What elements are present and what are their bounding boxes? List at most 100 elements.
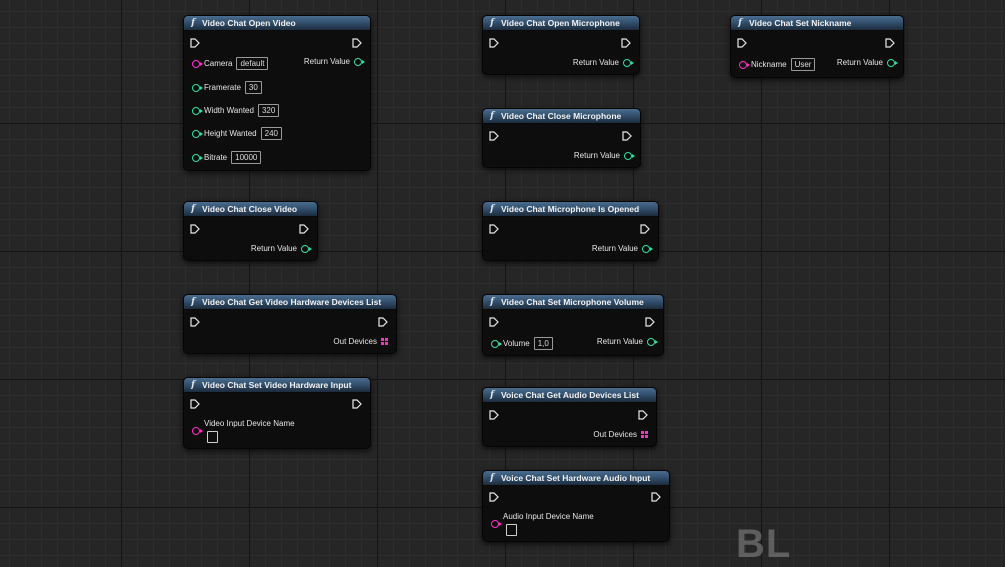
int-pin-icon[interactable]	[192, 83, 203, 92]
pin-label: Return Value	[591, 244, 638, 253]
bool-pin-icon[interactable]	[301, 244, 312, 253]
return-value-pin[interactable]: Return Value	[251, 244, 312, 253]
array-pin-icon[interactable]	[381, 338, 388, 345]
exec-in-pin-icon[interactable]	[190, 399, 200, 409]
exec-out-pin-icon[interactable]	[885, 38, 895, 48]
bitrate-pin[interactable]: Bitrate 10000	[192, 151, 262, 164]
framerate-pin[interactable]: Framerate 30	[192, 81, 262, 94]
height-value-input[interactable]: 240	[260, 127, 282, 140]
function-icon: f	[191, 204, 195, 214]
nickname-pin[interactable]: Nickname User	[739, 58, 816, 71]
exec-in-pin-icon[interactable]	[489, 492, 499, 502]
out-devices-pin[interactable]: Out Devices	[333, 337, 388, 346]
node-header[interactable]: f Video Chat Set Nickname	[731, 16, 903, 31]
pin-label: Return Value	[573, 151, 620, 160]
exec-in-pin-icon[interactable]	[489, 38, 499, 48]
node-set-microphone-volume[interactable]: f Video Chat Set Microphone Volume Volum…	[482, 294, 664, 356]
width-wanted-pin[interactable]: Width Wanted 320	[192, 104, 280, 117]
node-header[interactable]: f Voice Chat Set Hardware Audio Input	[483, 471, 669, 486]
camera-value-input[interactable]: default	[236, 57, 269, 70]
node-header[interactable]: f Voice Chat Get Audio Devices List	[483, 388, 656, 403]
exec-in-pin-icon[interactable]	[737, 38, 747, 48]
out-devices-pin[interactable]: Out Devices	[593, 430, 648, 439]
node-set-nickname[interactable]: f Video Chat Set Nickname Nickname User …	[730, 15, 904, 78]
function-icon: f	[490, 111, 494, 121]
bool-pin-icon[interactable]	[642, 244, 653, 253]
exec-in-pin-icon[interactable]	[190, 317, 200, 327]
node-header[interactable]: f Video Chat Set Video Hardware Input	[184, 378, 370, 393]
node-close-video[interactable]: f Video Chat Close Video Return Value	[183, 201, 318, 261]
node-get-video-devices[interactable]: f Video Chat Get Video Hardware Devices …	[183, 294, 397, 354]
exec-in-pin-icon[interactable]	[190, 38, 200, 48]
exec-out-pin-icon[interactable]	[378, 317, 388, 327]
video-input-device-pin[interactable]	[192, 427, 204, 435]
bool-pin-icon[interactable]	[623, 58, 634, 67]
exec-in-pin-icon[interactable]	[489, 224, 499, 234]
exec-out-pin-icon[interactable]	[640, 224, 650, 234]
camera-pin[interactable]: Camera default	[192, 57, 269, 70]
return-value-pin[interactable]: Return Value	[573, 151, 635, 160]
video-input-device-label: Video Input Device Name	[204, 419, 295, 428]
bool-pin-icon[interactable]	[647, 337, 658, 346]
int-pin-icon[interactable]	[192, 129, 203, 138]
exec-out-pin-icon[interactable]	[621, 38, 631, 48]
volume-pin[interactable]: Volume 1,0	[491, 337, 553, 350]
bitrate-value-input[interactable]: 10000	[231, 151, 262, 164]
return-value-pin[interactable]: Return Value	[591, 244, 653, 253]
video-input-device-field[interactable]	[207, 430, 218, 448]
exec-out-pin-icon[interactable]	[299, 224, 309, 234]
exec-out-pin-icon[interactable]	[638, 410, 648, 420]
return-value-pin[interactable]: Return Value	[573, 58, 634, 67]
text-input-box[interactable]	[506, 524, 517, 536]
exec-out-pin-icon[interactable]	[352, 399, 362, 409]
height-wanted-pin[interactable]: Height Wanted 240	[192, 127, 282, 140]
framerate-value-input[interactable]: 30	[244, 81, 262, 94]
array-pin-icon[interactable]	[641, 431, 648, 438]
node-header[interactable]: f Video Chat Get Video Hardware Devices …	[184, 295, 396, 310]
exec-out-pin-icon[interactable]	[352, 38, 362, 48]
exec-in-pin-icon[interactable]	[489, 317, 499, 327]
node-header[interactable]: f Video Chat Open Microphone	[483, 16, 639, 31]
exec-in-pin-icon[interactable]	[190, 224, 200, 234]
int-pin-icon[interactable]	[192, 106, 203, 115]
exec-out-pin-icon[interactable]	[622, 131, 632, 141]
node-close-microphone[interactable]: f Video Chat Close Microphone Return Val…	[482, 108, 641, 168]
function-icon: f	[490, 390, 494, 400]
bool-pin-icon[interactable]	[887, 58, 898, 67]
return-value-pin[interactable]: Return Value	[597, 337, 658, 346]
node-header[interactable]: f Video Chat Set Microphone Volume	[483, 295, 663, 310]
audio-input-device-field[interactable]	[506, 523, 517, 541]
node-header[interactable]: f Video Chat Close Video	[184, 202, 317, 217]
pin-label: Width Wanted	[204, 106, 254, 115]
float-pin-icon[interactable]	[491, 339, 502, 348]
audio-input-device-pin[interactable]	[491, 520, 503, 528]
node-microphone-is-opened[interactable]: f Video Chat Microphone Is Opened Return…	[482, 201, 659, 261]
watermark-logo: BL	[736, 522, 792, 566]
exec-in-pin-icon[interactable]	[489, 410, 499, 420]
nickname-value-input[interactable]: User	[790, 58, 816, 71]
width-value-input[interactable]: 320	[257, 104, 280, 117]
node-open-video[interactable]: f Video Chat Open Video Camera default R…	[183, 15, 371, 171]
node-get-audio-devices[interactable]: f Voice Chat Get Audio Devices List Out …	[482, 387, 657, 447]
bool-pin-icon[interactable]	[354, 57, 365, 66]
node-header[interactable]: f Video Chat Microphone Is Opened	[483, 202, 658, 217]
node-set-audio-input[interactable]: f Voice Chat Set Hardware Audio Input Au…	[482, 470, 670, 542]
string-pin-icon[interactable]	[192, 427, 203, 435]
text-input-box[interactable]	[207, 431, 218, 443]
node-title: Video Chat Set Microphone Volume	[501, 297, 644, 307]
exec-out-pin-icon[interactable]	[651, 492, 661, 502]
volume-value-input[interactable]: 1,0	[533, 337, 553, 350]
string-pin-icon[interactable]	[192, 59, 203, 68]
string-pin-icon[interactable]	[491, 520, 502, 528]
node-set-video-input[interactable]: f Video Chat Set Video Hardware Input Vi…	[183, 377, 371, 449]
exec-in-pin-icon[interactable]	[489, 131, 499, 141]
node-header[interactable]: f Video Chat Close Microphone	[483, 109, 640, 124]
return-value-pin[interactable]: Return Value	[837, 58, 898, 67]
bool-pin-icon[interactable]	[624, 151, 635, 160]
string-pin-icon[interactable]	[739, 60, 750, 69]
int-pin-icon[interactable]	[192, 153, 203, 162]
node-open-microphone[interactable]: f Video Chat Open Microphone Return Valu…	[482, 15, 640, 75]
node-header[interactable]: f Video Chat Open Video	[184, 16, 370, 31]
return-value-pin[interactable]: Return Value	[304, 57, 365, 66]
exec-out-pin-icon[interactable]	[645, 317, 655, 327]
